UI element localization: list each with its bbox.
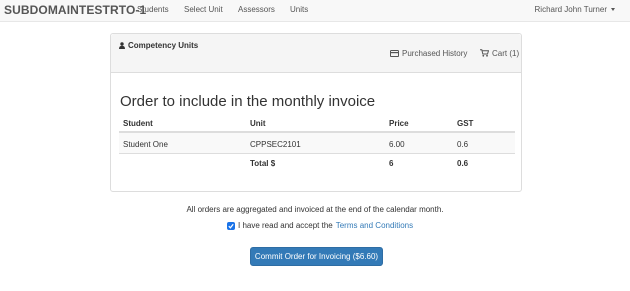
accept-terms-label: I have read and accept the: [238, 221, 333, 230]
purchased-history-link[interactable]: Purchased History: [390, 49, 467, 58]
competency-units-panel: Competency Units Purchased History Cart …: [110, 33, 522, 192]
credit-card-icon: [390, 50, 399, 57]
cell-student: Student One: [123, 140, 168, 149]
table-row: Student One CPPSEC2101 6.00 0.6: [119, 133, 515, 154]
shopping-cart-icon: [480, 49, 489, 57]
terms-and-conditions-link[interactable]: Terms and Conditions: [336, 221, 413, 230]
nav-assessors[interactable]: Assessors: [238, 5, 275, 14]
nav-students[interactable]: Students: [137, 5, 169, 14]
cell-gst: 0.6: [457, 140, 469, 149]
user-menu[interactable]: Richard John Turner: [535, 5, 615, 14]
col-header-student: Student: [123, 119, 153, 128]
cell-price: 6.00: [389, 140, 405, 149]
total-gst: 0.6: [457, 159, 469, 168]
panel-title-label: Competency Units: [128, 41, 199, 50]
invoice-note: All orders are aggregated and invoiced a…: [186, 205, 444, 214]
commit-order-button[interactable]: Commit Order for Invoicing ($6.60): [250, 247, 383, 266]
user-name: Richard John Turner: [534, 5, 607, 14]
panel-heading: Competency Units Purchased History Cart …: [111, 34, 521, 73]
check-icon: [228, 223, 234, 229]
brand-logo[interactable]: SUBDOMAINTESTRTO-1: [4, 3, 146, 17]
order-title: Order to include in the monthly invoice: [120, 93, 376, 110]
cart-label: Cart (1): [492, 49, 520, 58]
accept-terms-checkbox[interactable]: [227, 221, 235, 230]
order-table: Student Unit Price GST Student One CPPSE…: [119, 115, 515, 174]
cell-unit: CPPSEC2101: [250, 140, 301, 149]
total-label: Total $: [250, 159, 276, 168]
col-header-unit: Unit: [250, 119, 266, 128]
col-header-price: Price: [389, 119, 409, 128]
purchased-history-label: Purchased History: [402, 49, 468, 58]
table-total-row: Total $ 6 0.6: [119, 154, 515, 174]
col-header-gst: GST: [457, 119, 474, 128]
table-header-row: Student Unit Price GST: [119, 115, 515, 133]
top-navbar: SUBDOMAINTESTRTO-1 Students Select Unit …: [0, 0, 630, 22]
terms-row: I have read and accept the Terms and Con…: [227, 221, 413, 230]
nav-units[interactable]: Units: [290, 5, 308, 14]
cart-link[interactable]: Cart (1): [480, 49, 519, 58]
caret-down-icon: [611, 8, 615, 12]
nav-select-unit[interactable]: Select Unit: [184, 5, 223, 14]
panel-title: Competency Units: [119, 41, 198, 50]
user-icon: [119, 42, 125, 49]
total-price: 6: [389, 159, 394, 168]
